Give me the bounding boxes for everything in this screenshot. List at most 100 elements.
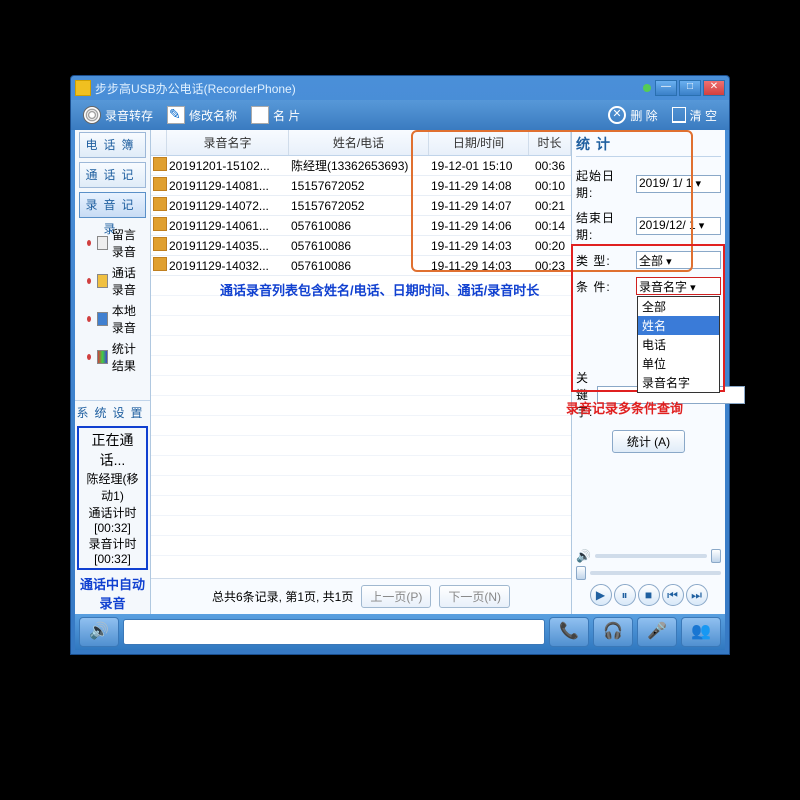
dropdown-option[interactable]: 全部 [638,297,719,316]
minimize-button[interactable]: — [655,80,677,96]
condition-select[interactable]: 录音名字 ▾ 全部姓名电话单位录音名字 [636,277,721,295]
cell-duration: 00:23 [529,257,571,275]
cell-duration: 00:21 [529,197,571,215]
folder-icon [97,236,108,250]
call-status-box: 正在通话... 陈经理(移动1) 通话计时 [00:32] 录音计时 [00:3… [77,426,148,570]
stats-panel: 统计 起始日期:2019/ 1/ 1 ▾ 结束日期:2019/12/ 1 ▾ 类… [571,130,725,614]
rewind-button[interactable]: ⏮ [662,584,684,606]
seek-track[interactable] [590,571,721,575]
save-recording-button[interactable]: 录音转存 [77,104,159,126]
rec-timer: 录音计时 [00:32] [83,535,142,566]
film-icon [153,177,167,191]
table-row[interactable]: 20191129-14081...1515767205219-11-29 14:… [151,176,571,196]
contacts-button[interactable]: 👥 [681,617,721,647]
close-button[interactable]: ✕ [703,80,725,96]
table-row[interactable]: 20191129-14035...05761008619-11-29 14:03… [151,236,571,256]
table-body: 20191201-15102...陈经理(13362653693)19-12-0… [151,156,571,578]
forward-button[interactable]: ⏭ [686,584,708,606]
nav-reclog[interactable]: 录音记录 [79,192,146,218]
pause-button[interactable]: ⏸ [614,584,636,606]
cell-duration: 00:36 [529,157,571,175]
system-settings-link[interactable]: 系统设置 [75,400,150,424]
table-row[interactable]: 20191129-14061...05761008619-11-29 14:06… [151,216,571,236]
dial-input[interactable] [123,619,545,645]
table-row[interactable]: 20191129-14032...05761008619-11-29 14:03… [151,256,571,276]
sidebar: 电话簿 通话记录 录音记录 留言录音 通话录音 本地录音 统计结果 系统设置 正… [75,130,151,614]
volume-track[interactable] [595,554,707,558]
bullet-icon [87,278,91,284]
cell-contact: 陈经理(13362653693) [289,156,429,176]
next-page-button[interactable]: 下一页(N) [439,585,510,608]
headset-button[interactable]: 🎧 [593,617,633,647]
cell-name: 20191201-15102... [167,157,289,175]
speaker-button[interactable]: 🔊 [79,617,119,647]
end-date-select[interactable]: 2019/12/ 1 ▾ [636,217,721,235]
film-icon [153,257,167,271]
delete-icon [608,106,626,124]
col-datetime[interactable]: 日期/时间 [429,130,529,155]
cell-datetime: 19-11-29 14:03 [429,237,529,255]
bullet-icon [87,240,91,246]
col-contact[interactable]: 姓名/电话 [289,130,429,155]
rename-button[interactable]: 修改名称 [161,104,243,126]
annotation-list-note: 通话录音列表包含姓名/电话、日期时间、通话/录音时长 [220,280,539,299]
play-button[interactable]: ▶ [590,584,612,606]
cell-contact: 057610086 [289,257,429,275]
dropdown-option[interactable]: 单位 [638,354,719,373]
dropdown-option[interactable]: 录音名字 [638,373,719,392]
call-status: 正在通话... [83,430,142,470]
trash-icon [672,107,686,123]
start-date-select[interactable]: 2019/ 1/ 1 ▾ [636,175,721,193]
main-panel: 录音名字 姓名/电话 日期/时间 时长 20191201-15102...陈经理… [151,130,571,614]
status-dot-icon [643,84,651,92]
film-icon [153,197,167,211]
tree-local-rec[interactable]: 本地录音 [79,300,146,338]
audio-player: 🔊 ▶ ⏸ ■ ⏮ ⏭ [576,542,721,610]
table-row[interactable]: 20191129-14072...1515767205219-11-29 14:… [151,196,571,216]
delete-button[interactable]: 删 除 [602,104,663,126]
cell-contact: 057610086 [289,237,429,255]
dropdown-option[interactable]: 电话 [638,335,719,354]
tree-stats[interactable]: 统计结果 [79,338,146,376]
stats-button[interactable]: 统计 (A) [612,430,685,453]
toolbar: 录音转存 修改名称 名 片 删 除 清 空 [71,100,729,130]
type-select[interactable]: 全部 ▾ [636,251,721,269]
bullet-icon [87,354,91,360]
clear-button[interactable]: 清 空 [666,105,723,126]
col-name[interactable]: 录音名字 [167,130,289,155]
tree-msg-rec[interactable]: 留言录音 [79,224,146,262]
cell-contact: 15157672052 [289,197,429,215]
nav-calllog[interactable]: 通话记录 [79,162,146,188]
stop-button[interactable]: ■ [638,584,660,606]
bottom-bar: 🔊 📞 🎧 🎤 👥 [75,614,725,650]
cond-label: 条 件: [576,278,632,295]
cell-name: 20191129-14072... [167,197,289,215]
cell-duration: 00:10 [529,177,571,195]
namecard-button[interactable]: 名 片 [245,104,306,126]
cell-duration: 00:14 [529,217,571,235]
call-peer: 陈经理(移动1) [83,470,142,504]
table-row[interactable]: 20191201-15102...陈经理(13362653693)19-12-0… [151,156,571,176]
dial-button[interactable]: 📞 [549,617,589,647]
cell-duration: 00:20 [529,237,571,255]
tree-call-rec[interactable]: 通话录音 [79,262,146,300]
seek-knob[interactable] [576,566,586,580]
nav-phonebook[interactable]: 电话簿 [79,132,146,158]
auto-record-label: 通话中自动录音 [75,572,150,614]
condition-dropdown: 全部姓名电话单位录音名字 [637,296,720,393]
app-icon [75,80,91,96]
cell-name: 20191129-14032... [167,257,289,275]
titlebar: 步步高USB办公电话(RecorderPhone) — □ ✕ [71,76,729,100]
col-duration[interactable]: 时长 [529,130,571,155]
mic-button[interactable]: 🎤 [637,617,677,647]
cell-name: 20191129-14035... [167,237,289,255]
prev-page-button[interactable]: 上一页(P) [361,585,431,608]
cell-datetime: 19-11-29 14:08 [429,177,529,195]
volume-knob[interactable] [711,549,721,563]
maximize-button[interactable]: □ [679,80,701,96]
bullet-icon [87,316,91,322]
dropdown-option[interactable]: 姓名 [638,316,719,335]
volume-icon: 🔊 [576,549,591,563]
film-icon [153,237,167,251]
app-window: 步步高USB办公电话(RecorderPhone) — □ ✕ 录音转存 修改名… [70,75,730,655]
